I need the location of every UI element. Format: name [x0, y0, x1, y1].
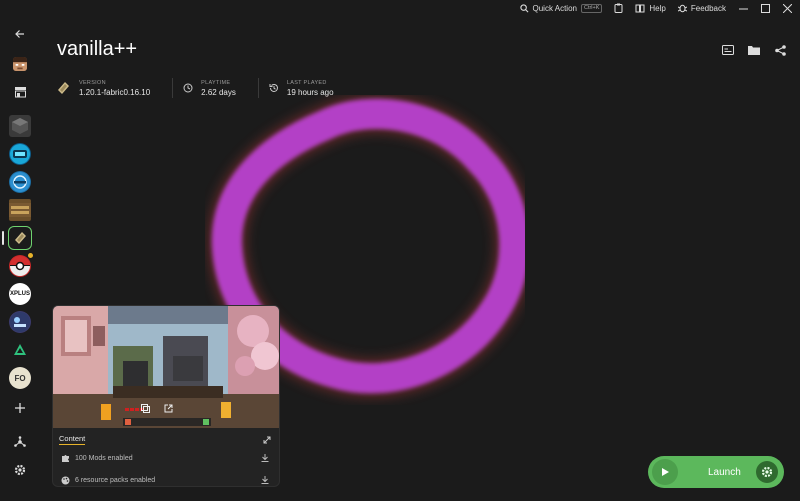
- sidebar-item-store[interactable]: [8, 80, 32, 104]
- avatar: [13, 57, 27, 71]
- feedback-button[interactable]: Feedback: [677, 3, 726, 13]
- fo-icon: FO: [9, 367, 31, 389]
- sidebar-item-instance-6[interactable]: [8, 252, 34, 278]
- xplus-icon: XPLUS: [9, 283, 31, 305]
- add-instance-button[interactable]: [8, 396, 32, 420]
- launch-button[interactable]: Launch: [648, 456, 784, 488]
- sidebar-item-profile[interactable]: [8, 52, 32, 76]
- resource-packs-count: 6 resource packs enabled: [75, 476, 156, 484]
- bug-icon: [677, 4, 687, 13]
- version-value: 1.20.1-fabric0.16.10: [79, 87, 151, 97]
- tab-content[interactable]: Content: [59, 434, 86, 445]
- quick-action-label: Quick Action: [532, 3, 577, 13]
- sidebar-item-network[interactable]: [8, 430, 32, 454]
- sidebar-item-instance-1[interactable]: [8, 114, 32, 138]
- help-button[interactable]: Help: [635, 3, 666, 13]
- expand-icon[interactable]: [263, 436, 271, 444]
- sidebar: XPLUS FO: [0, 16, 40, 501]
- playtime-label: PLAYTIME: [201, 79, 231, 86]
- quick-action-button[interactable]: Quick Action Ctrl+K: [519, 3, 603, 13]
- card-header: Content: [53, 428, 279, 445]
- content-card: Content 100 Mods enabled 6 resource pack…: [52, 305, 280, 487]
- screenshot-toolbar: [141, 404, 173, 413]
- triangle-logo-icon: [14, 344, 26, 355]
- book-icon: [635, 4, 645, 12]
- notification-badge: [27, 252, 34, 259]
- maximize-button[interactable]: [760, 3, 770, 13]
- map-icon: [15, 232, 26, 244]
- search-icon: [519, 3, 528, 12]
- divider: [172, 78, 174, 98]
- instance-2-icon: [9, 143, 31, 165]
- sidebar-item-instance-2[interactable]: [8, 142, 32, 166]
- logs-button[interactable]: [722, 44, 734, 56]
- share-button[interactable]: [774, 44, 786, 56]
- launch-settings-button[interactable]: [756, 461, 778, 483]
- open-folder-button[interactable]: [748, 44, 760, 56]
- terminal-icon: [722, 45, 734, 55]
- instance-3-icon: [9, 171, 31, 193]
- sidebar-item-fo[interactable]: FO: [8, 366, 32, 390]
- active-indicator: [2, 231, 4, 245]
- close-icon: [782, 3, 792, 13]
- clock-icon: [183, 83, 193, 93]
- puzzle-icon: [62, 454, 69, 462]
- copy-icon[interactable]: [141, 404, 150, 413]
- feedback-label: Feedback: [690, 3, 726, 13]
- version-info: VERSION 1.20.1-fabric0.16.10: [55, 80, 162, 97]
- download-icon[interactable]: [261, 476, 269, 484]
- clipboard-icon: [614, 3, 623, 13]
- sidebar-item-instance-4[interactable]: [8, 198, 32, 222]
- instance-screenshot[interactable]: [53, 306, 279, 428]
- settings-button[interactable]: [8, 458, 32, 482]
- help-label: Help: [649, 3, 666, 13]
- minimize-button[interactable]: [738, 3, 748, 13]
- store-icon: [14, 87, 26, 98]
- title-bar: Quick Action Ctrl+K Help Feedback: [0, 0, 800, 16]
- header-actions: [722, 44, 786, 56]
- close-button[interactable]: [782, 3, 792, 13]
- page-title: vanilla++: [57, 38, 138, 60]
- last-played-info: LAST PLAYED 19 hours ago: [269, 80, 346, 97]
- instance-1-icon: [9, 115, 31, 137]
- instance-8-icon: [9, 311, 31, 333]
- gear-icon: [14, 464, 26, 476]
- shortcut-badge: Ctrl+K: [580, 3, 603, 13]
- launch-label: Launch: [708, 466, 741, 478]
- list-item-resource-packs[interactable]: 6 resource packs enabled: [53, 471, 279, 486]
- last-played-label: LAST PLAYED: [286, 79, 327, 86]
- external-link-icon[interactable]: [164, 404, 173, 413]
- network-icon: [14, 436, 26, 447]
- sidebar-item-instance-9[interactable]: [8, 338, 32, 362]
- version-label: VERSION: [79, 79, 106, 86]
- gear-icon: [761, 466, 773, 478]
- play-icon: [652, 459, 678, 485]
- palette-icon: [61, 476, 70, 484]
- list-item-mods[interactable]: 100 Mods enabled: [53, 449, 279, 467]
- minimize-icon: [738, 8, 748, 9]
- sidebar-item-xplus[interactable]: XPLUS: [8, 282, 32, 306]
- clipboard-button[interactable]: [614, 3, 623, 13]
- playtime-info: PLAYTIME 2.62 days: [183, 80, 248, 97]
- back-button[interactable]: [8, 22, 32, 46]
- folder-icon: [748, 46, 760, 55]
- sidebar-item-vanilla-plus-plus[interactable]: [2, 226, 32, 250]
- download-icon[interactable]: [261, 454, 269, 462]
- instance-4-icon: [9, 199, 31, 221]
- map-icon: [58, 82, 69, 94]
- sidebar-item-instance-3[interactable]: [8, 170, 32, 194]
- history-icon: [269, 83, 278, 92]
- sidebar-item-instance-8[interactable]: [8, 310, 32, 334]
- mods-count: 100 Mods enabled: [75, 454, 133, 462]
- plus-icon: [15, 403, 25, 413]
- maximize-icon: [760, 3, 770, 13]
- arrow-left-icon: [15, 30, 24, 38]
- share-icon: [774, 44, 786, 56]
